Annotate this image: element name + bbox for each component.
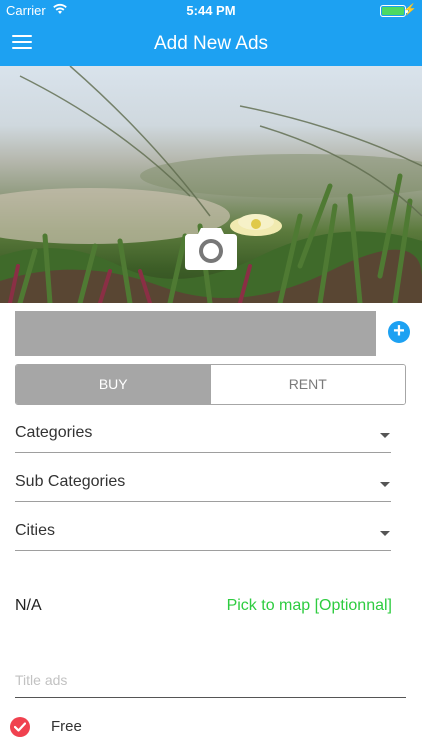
sub-categories-label: Sub Categories — [15, 473, 126, 490]
categories-label: Categories — [15, 424, 93, 441]
image-gallery-strip[interactable] — [15, 311, 376, 356]
page-title: Add New Ads — [153, 33, 269, 54]
rent-segment[interactable]: RENT — [210, 365, 405, 404]
location-value: N/A — [15, 597, 42, 614]
checkmark-icon — [14, 722, 26, 732]
chevron-down-icon — [380, 433, 390, 438]
chevron-down-icon — [380, 482, 390, 487]
status-bar: Carrier 5:44 PM ⚡ — [0, 0, 422, 22]
chevron-down-icon — [380, 531, 390, 536]
buy-segment[interactable]: BUY — [16, 365, 211, 404]
free-label: Free — [51, 718, 82, 735]
cities-label: Cities — [15, 522, 56, 539]
location-row: N/A Pick to map [Optionnal] — [15, 595, 392, 617]
cover-image[interactable] — [0, 66, 422, 303]
ad-type-selector: BUY RENT — [15, 364, 406, 405]
charging-icon: ⚡ — [403, 4, 417, 16]
plus-circle-icon[interactable]: + — [388, 321, 410, 343]
cities-dropdown[interactable]: Cities — [15, 513, 391, 551]
clock: 5:44 PM — [186, 3, 236, 18]
categories-dropdown[interactable]: Categories — [15, 415, 391, 453]
camera-icon[interactable] — [185, 224, 237, 270]
nav-bar: Add New Ads — [0, 22, 422, 66]
battery-icon — [380, 5, 408, 17]
title-ads-input[interactable] — [15, 662, 406, 698]
sub-categories-dropdown[interactable]: Sub Categories — [15, 464, 391, 502]
free-checkbox[interactable] — [10, 717, 30, 737]
pick-to-map-link[interactable]: Pick to map [Optionnal] — [227, 597, 392, 615]
